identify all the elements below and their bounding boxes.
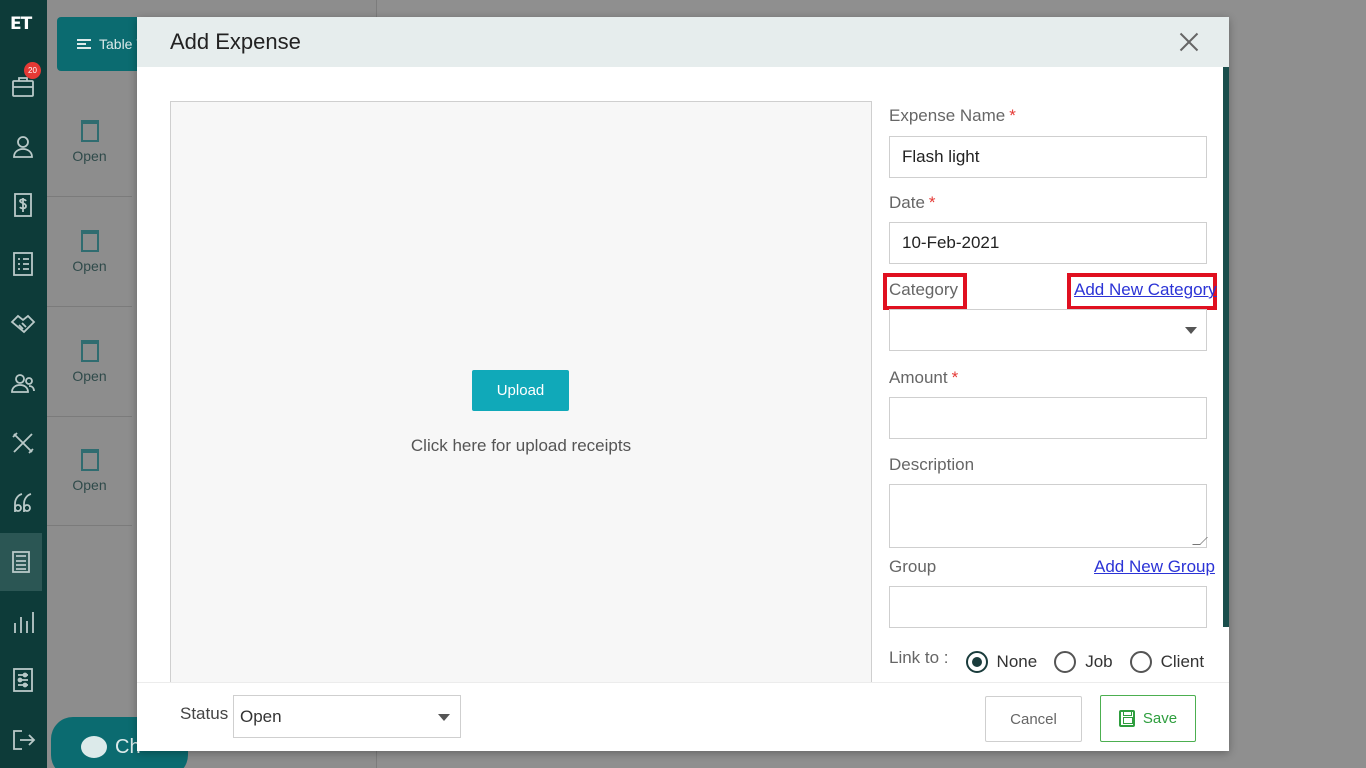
- add-new-category-link[interactable]: Add New Category: [1074, 280, 1217, 300]
- add-new-group-link[interactable]: Add New Group: [1094, 557, 1215, 577]
- app-logo[interactable]: ET: [10, 14, 37, 44]
- chat-bubble-icon: [81, 736, 107, 758]
- receipt-icon: [80, 448, 99, 471]
- list-item-status: Open: [72, 367, 107, 384]
- radio-client[interactable]: [1129, 651, 1152, 673]
- modal-footer: Status Open Cancel Save: [137, 682, 1229, 751]
- notification-badge: 20: [24, 62, 41, 79]
- amount-label: Amount *: [889, 368, 958, 388]
- required-marker: *: [928, 193, 936, 212]
- list-item[interactable]: Open: [47, 416, 132, 526]
- list-item-status: Open: [72, 257, 107, 274]
- list-icon[interactable]: [7, 248, 39, 280]
- status-select[interactable]: Open: [233, 695, 461, 738]
- list-item-status: Open: [72, 476, 107, 493]
- add-expense-modal: Add Expense Upload Click here for upload…: [137, 17, 1229, 751]
- close-icon[interactable]: [1177, 30, 1201, 54]
- link-to-radio-group: Link to : None Job Client: [889, 647, 1204, 677]
- settings-sliders-icon[interactable]: [7, 664, 39, 696]
- amount-input[interactable]: [889, 397, 1207, 439]
- category-select[interactable]: [889, 309, 1207, 351]
- receipt-icon: [80, 229, 99, 252]
- app-sidebar: ET 20: [0, 0, 47, 768]
- logout-icon[interactable]: [7, 724, 39, 756]
- user-icon[interactable]: [7, 130, 39, 162]
- date-input[interactable]: 10-Feb-2021: [889, 222, 1207, 264]
- radio-none-label[interactable]: None: [997, 652, 1038, 672]
- sort-lines-icon: [77, 39, 91, 49]
- description-textarea[interactable]: [889, 484, 1208, 548]
- chevron-down-icon: [1185, 327, 1197, 334]
- group-input[interactable]: [889, 586, 1207, 628]
- handshake-icon[interactable]: [7, 308, 39, 340]
- modal-scrollbar[interactable]: [1223, 67, 1229, 627]
- radio-none[interactable]: [965, 651, 988, 673]
- group-label: Group: [889, 557, 937, 576]
- expense-name-input[interactable]: Flash light: [889, 136, 1207, 178]
- list-item-status: Open: [72, 147, 107, 164]
- save-disk-icon: [1118, 710, 1135, 727]
- quote-icon[interactable]: [7, 487, 39, 519]
- users-icon[interactable]: [7, 367, 39, 399]
- expense-name-label-text: Expense Name: [889, 106, 1006, 125]
- upload-button[interactable]: Upload: [472, 370, 569, 411]
- dollar-icon[interactable]: [7, 189, 39, 221]
- list-item[interactable]: Open: [47, 87, 132, 197]
- category-label: Category: [889, 280, 958, 299]
- expense-name-label: Expense Name *: [889, 106, 1016, 126]
- resize-grip-icon[interactable]: [1192, 537, 1208, 545]
- upload-hint: Click here for upload receipts: [410, 436, 632, 455]
- receipt-upload-area[interactable]: Upload Click here for upload receipts: [170, 101, 872, 701]
- modal-header: Add Expense: [137, 17, 1229, 67]
- modal-title: Add Expense: [170, 29, 301, 54]
- radio-job[interactable]: [1054, 651, 1077, 673]
- save-button[interactable]: Save: [1100, 695, 1196, 742]
- status-label: Status: [180, 704, 229, 723]
- chevron-down-icon: [438, 714, 450, 721]
- list-item[interactable]: Open: [47, 197, 132, 307]
- status-select-value: Open: [240, 706, 282, 726]
- receipt-icon: [80, 119, 99, 142]
- link-to-label: Link to :: [889, 648, 949, 667]
- required-marker: *: [951, 368, 959, 387]
- required-marker: *: [1009, 106, 1016, 125]
- cancel-button[interactable]: Cancel: [985, 696, 1082, 742]
- description-label: Description: [889, 455, 975, 474]
- date-label-text: Date: [889, 193, 925, 212]
- calculator-icon[interactable]: [0, 533, 42, 591]
- save-button-label: Save: [1142, 710, 1178, 727]
- date-label: Date *: [889, 193, 936, 213]
- radio-job-label[interactable]: Job: [1085, 652, 1112, 672]
- amount-label-text: Amount: [889, 368, 948, 387]
- radio-client-label[interactable]: Client: [1161, 652, 1204, 672]
- list-item[interactable]: Open: [47, 307, 132, 417]
- receipt-icon: [80, 339, 99, 362]
- tools-icon[interactable]: [7, 427, 39, 459]
- chart-bars-icon[interactable]: [7, 606, 39, 638]
